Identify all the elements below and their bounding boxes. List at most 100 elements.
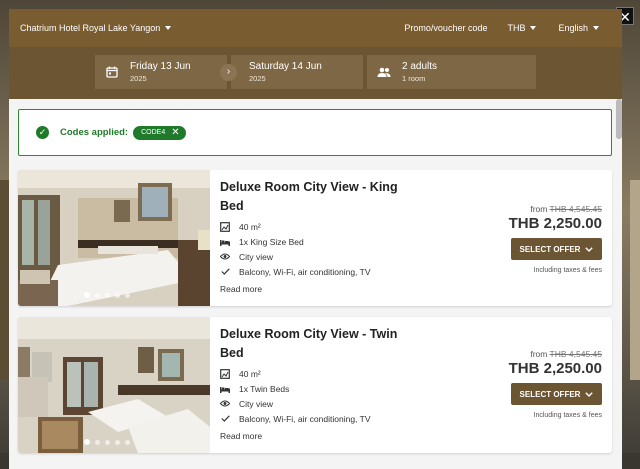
chevron-down-icon	[530, 26, 537, 30]
old-price: THB 4,545.45	[549, 204, 602, 214]
chevron-down-icon	[593, 26, 599, 30]
carousel-dot[interactable]	[95, 292, 100, 298]
currency-selector[interactable]: THB	[507, 23, 537, 33]
select-offer-button[interactable]: SELECT OFFER	[511, 238, 602, 260]
read-more-link[interactable]: Read more	[220, 284, 410, 294]
room-amenities: Balcony, Wi-Fi, air conditioning, TV	[220, 411, 410, 426]
room-info: Deluxe Room City View - Twin Bed 40 m² 1…	[220, 325, 410, 441]
photo-carousel-dots	[84, 292, 130, 298]
read-more-link[interactable]: Read more	[220, 431, 410, 441]
checkout-date: Saturday 14 Jun	[249, 60, 322, 72]
carousel-dot[interactable]	[115, 439, 120, 445]
guests-count: 2 adults	[402, 60, 438, 72]
language-label: English	[558, 23, 588, 33]
currency-label: THB	[507, 23, 526, 33]
checkin-year: 2025	[130, 73, 147, 83]
codes-applied-banner: ✓ Codes applied: CODE4 ✕	[18, 109, 612, 156]
photo-carousel-dots	[84, 439, 130, 445]
booking-modal: Chatrium Hotel Royal Lake Yangon Promo/v…	[9, 9, 622, 469]
price-block: from THB 4,545.45 THB 2,250.00 SELECT OF…	[509, 204, 602, 274]
room-bed-text: 1x Twin Beds	[239, 383, 290, 394]
room-title-line2: Bed	[220, 346, 244, 360]
check-icon	[220, 267, 230, 277]
current-price: THB 2,250.00	[508, 360, 602, 377]
room-title-line1: Deluxe Room City View - King	[220, 180, 398, 194]
bed-icon	[220, 237, 230, 247]
old-price: THB 4,545.45	[549, 349, 602, 359]
scrollbar[interactable]	[616, 99, 622, 139]
rooms-count: 1 room	[402, 73, 426, 83]
room-photo[interactable]	[18, 317, 210, 453]
select-offer-button[interactable]: SELECT OFFER	[511, 383, 602, 405]
check-icon	[220, 414, 230, 424]
room-card: Deluxe Room City View - Twin Bed 40 m² 1…	[18, 317, 612, 453]
carousel-dot[interactable]	[125, 292, 130, 298]
chevron-down-icon	[585, 390, 594, 399]
room-amenities-text: Balcony, Wi-Fi, air conditioning, TV	[239, 413, 371, 424]
carousel-dot[interactable]	[105, 439, 110, 445]
carousel-dot[interactable]	[115, 292, 120, 298]
room-info: Deluxe Room City View - King Bed 40 m² 1…	[220, 178, 410, 294]
select-offer-label: SELECT OFFER	[519, 389, 581, 399]
carousel-dot[interactable]	[84, 292, 90, 298]
room-amenities: Balcony, Wi-Fi, air conditioning, TV	[220, 264, 410, 279]
top-bar: Chatrium Hotel Royal Lake Yangon Promo/v…	[9, 9, 622, 47]
eye-icon	[220, 252, 230, 262]
promo-code-chip: CODE4 ✕	[133, 125, 186, 140]
room-size-text: 40 m²	[239, 368, 261, 379]
carousel-dot[interactable]	[84, 439, 90, 445]
room-bed: 1x King Size Bed	[220, 234, 410, 249]
price-from: from THB 4,545.45	[509, 204, 602, 214]
select-offer-label: SELECT OFFER	[519, 244, 581, 254]
room-view-text: City view	[239, 251, 274, 262]
room-size: 40 m²	[220, 366, 410, 381]
room-view: City view	[220, 249, 410, 264]
promo-code-link[interactable]: Promo/voucher code	[404, 23, 487, 33]
checkout-date-field[interactable]: Saturday 14 Jun 2025	[231, 55, 363, 89]
room-title-line2: Bed	[220, 199, 244, 213]
tax-note: Including taxes & fees	[533, 267, 603, 274]
room-size-text: 40 m²	[239, 221, 261, 232]
current-price: THB 2,250.00	[508, 215, 602, 232]
codes-applied-label: Codes applied:	[60, 127, 129, 138]
eye-icon	[220, 399, 230, 409]
from-label: from	[530, 204, 548, 214]
carousel-dot[interactable]	[105, 292, 110, 298]
tax-note: Including taxes & fees	[533, 412, 603, 419]
price-from: from THB 4,545.45	[509, 349, 602, 359]
language-selector[interactable]: English	[558, 23, 599, 33]
room-title: Deluxe Room City View - Twin Bed	[220, 325, 410, 363]
room-title: Deluxe Room City View - King Bed	[220, 178, 410, 216]
area-icon	[220, 221, 230, 232]
price-block: from THB 4,545.45 THB 2,250.00 SELECT OF…	[509, 349, 602, 419]
checkout-year: 2025	[249, 73, 266, 83]
area-icon	[220, 368, 230, 379]
remove-code-icon[interactable]: ✕	[171, 127, 179, 138]
results-content: ✓ Codes applied: CODE4 ✕ Deluxe Room Cit…	[9, 99, 622, 469]
room-bed-text: 1x King Size Bed	[239, 236, 304, 247]
room-card: Deluxe Room City View - King Bed 40 m² 1…	[18, 170, 612, 306]
from-label: from	[530, 349, 548, 359]
calendar-icon	[104, 64, 120, 80]
people-icon	[376, 64, 392, 80]
room-amenities-text: Balcony, Wi-Fi, air conditioning, TV	[239, 266, 371, 277]
promo-code-value: CODE4	[141, 129, 166, 136]
room-view: City view	[220, 396, 410, 411]
guests-field[interactable]: 2 adults 1 room	[367, 55, 536, 89]
backdrop-right-strip	[630, 180, 640, 380]
carousel-dot[interactable]	[95, 439, 100, 445]
hotel-selector[interactable]: Chatrium Hotel Royal Lake Yangon	[20, 23, 172, 33]
carousel-dot[interactable]	[125, 439, 130, 445]
room-photo[interactable]	[18, 170, 210, 306]
hotel-name: Chatrium Hotel Royal Lake Yangon	[20, 23, 161, 33]
chevron-down-icon	[585, 245, 594, 254]
room-size: 40 m²	[220, 219, 410, 234]
room-view-text: City view	[239, 398, 274, 409]
checkin-date-field[interactable]: Friday 13 Jun 2025	[95, 55, 227, 89]
room-title-line1: Deluxe Room City View - Twin	[220, 327, 398, 341]
chevron-down-icon	[165, 26, 172, 30]
room-bed: 1x Twin Beds	[220, 381, 410, 396]
chevron-right-icon: ›	[220, 64, 237, 81]
bed-icon	[220, 384, 230, 394]
check-circle-icon: ✓	[36, 126, 49, 139]
